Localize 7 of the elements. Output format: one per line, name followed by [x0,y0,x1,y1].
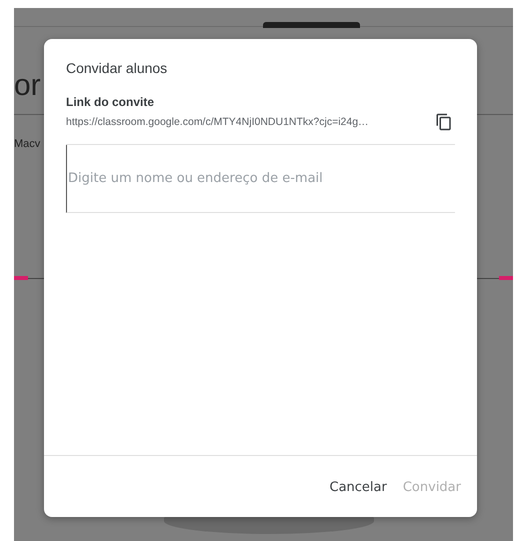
cancel-button[interactable]: Cancelar [324,476,393,499]
link-label: Link do convite [66,95,156,109]
page-heading: or [14,69,41,103]
page-text: Macv [14,138,40,150]
copy-icon[interactable] [435,113,453,131]
name-or-email-field[interactable]: Digite um nome ou endereço de e-mail [66,145,455,213]
dialog-title: Convidar alunos [66,60,168,76]
